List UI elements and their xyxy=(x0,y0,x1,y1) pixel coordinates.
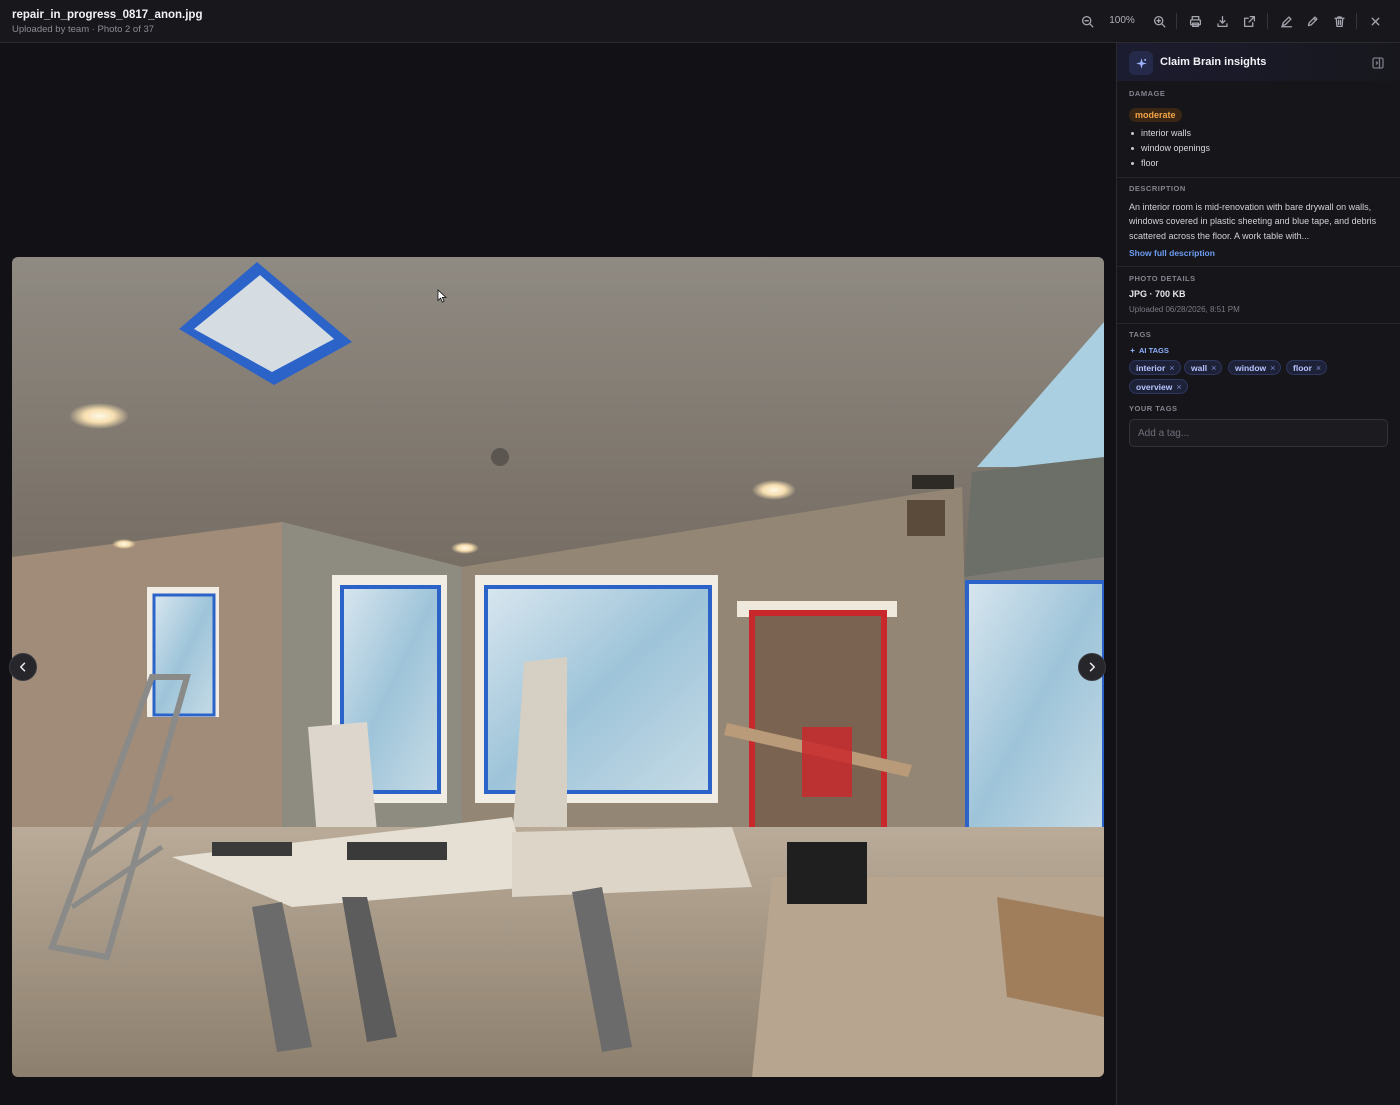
file-subtitle: Uploaded by team · Photo 2 of 37 xyxy=(12,24,155,35)
toolbar-divider xyxy=(1176,13,1177,29)
file-type-size: JPG · 700 KB xyxy=(1129,289,1186,299)
remove-tag-icon[interactable]: × xyxy=(1270,363,1275,373)
download-icon xyxy=(1216,15,1228,27)
panel-title: Claim Brain insights xyxy=(1160,56,1267,68)
open-external-button[interactable] xyxy=(1240,12,1258,30)
list-item: floor xyxy=(1129,156,1210,171)
upload-date: Uploaded 06/28/2026, 8:51 PM xyxy=(1129,305,1240,314)
room-photo-illustration xyxy=(12,257,1104,1077)
delete-button[interactable] xyxy=(1330,12,1348,30)
tag-label: interior xyxy=(1136,362,1166,373)
tag-label: floor xyxy=(1293,362,1312,373)
edit-button[interactable] xyxy=(1303,12,1321,30)
zoom-in-icon xyxy=(1153,15,1165,27)
remove-tag-icon[interactable]: × xyxy=(1316,363,1321,373)
zoom-out-icon xyxy=(1081,15,1093,27)
photo-details-label: PHOTO DETAILS xyxy=(1129,274,1196,283)
close-button[interactable] xyxy=(1366,12,1384,30)
zoom-level: 100% xyxy=(1109,15,1135,26)
section-divider xyxy=(1117,266,1400,267)
severity-badge: moderate xyxy=(1129,108,1182,122)
tag-wall[interactable]: wall × xyxy=(1184,360,1223,375)
ai-tags-text: AI TAGS xyxy=(1139,346,1169,355)
print-icon xyxy=(1189,15,1201,27)
delete-icon xyxy=(1333,15,1345,27)
toolbar-divider xyxy=(1267,13,1268,29)
list-item: window openings xyxy=(1129,141,1210,156)
tags-label: TAGS xyxy=(1129,330,1152,339)
section-divider xyxy=(1117,323,1400,324)
chevron-left-icon xyxy=(20,662,26,672)
tag-floor[interactable]: floor × xyxy=(1286,360,1328,375)
collapse-panel-button[interactable] xyxy=(1372,56,1384,69)
toolbar-divider xyxy=(1356,13,1357,29)
description-label: DESCRIPTION xyxy=(1129,184,1186,193)
viewer-header: repair_in_progress_0817_anon.jpg Uploade… xyxy=(0,0,1400,43)
mouse-cursor-icon xyxy=(437,289,447,303)
remove-tag-icon[interactable]: × xyxy=(1169,363,1174,373)
sparkle-icon xyxy=(1129,347,1136,354)
tag-label: overview xyxy=(1136,381,1173,392)
tag-label: window xyxy=(1235,362,1267,373)
next-photo-button[interactable] xyxy=(1078,653,1106,681)
edit-icon xyxy=(1307,15,1318,26)
sidebar-collapse-icon xyxy=(1372,57,1384,69)
photo[interactable] xyxy=(12,257,1104,1077)
previous-photo-button[interactable] xyxy=(9,653,37,681)
remove-tag-icon[interactable]: × xyxy=(1176,382,1181,392)
print-button[interactable] xyxy=(1186,12,1204,30)
annotate-icon xyxy=(1280,15,1292,27)
zoom-in-button[interactable] xyxy=(1150,12,1168,30)
damage-area-list: interior walls window openings floor xyxy=(1129,126,1210,171)
damage-label: DAMAGE xyxy=(1129,89,1166,98)
zoom-out-button[interactable] xyxy=(1078,12,1096,30)
description-text: An interior room is mid-renovation with … xyxy=(1129,202,1377,241)
tag-interior[interactable]: interior × xyxy=(1129,360,1181,375)
tag-window[interactable]: window × xyxy=(1228,360,1282,375)
remove-tag-icon[interactable]: × xyxy=(1211,363,1216,373)
open-external-icon xyxy=(1243,15,1255,27)
add-tag-input[interactable] xyxy=(1129,419,1388,447)
list-item: interior walls xyxy=(1129,126,1210,141)
panel-header: Claim Brain insights xyxy=(1117,43,1400,81)
file-name: repair_in_progress_0817_anon.jpg xyxy=(12,9,203,21)
download-button[interactable] xyxy=(1213,12,1231,30)
show-full-description-link[interactable]: Show full description xyxy=(1129,248,1215,258)
chevron-right-icon xyxy=(1089,662,1095,672)
close-icon xyxy=(1371,17,1379,25)
annotate-button[interactable] xyxy=(1277,12,1295,30)
your-tags-label: YOUR TAGS xyxy=(1129,404,1178,413)
photo-viewer xyxy=(0,43,1116,1105)
tag-overview[interactable]: overview × xyxy=(1129,379,1188,394)
tag-label: wall xyxy=(1191,362,1208,373)
sparkle-icon xyxy=(1129,51,1153,75)
section-divider xyxy=(1117,177,1400,178)
ai-tags-label: AI TAGS xyxy=(1129,346,1169,355)
insights-panel: Claim Brain insights DAMAGE moderate int… xyxy=(1116,43,1400,1105)
